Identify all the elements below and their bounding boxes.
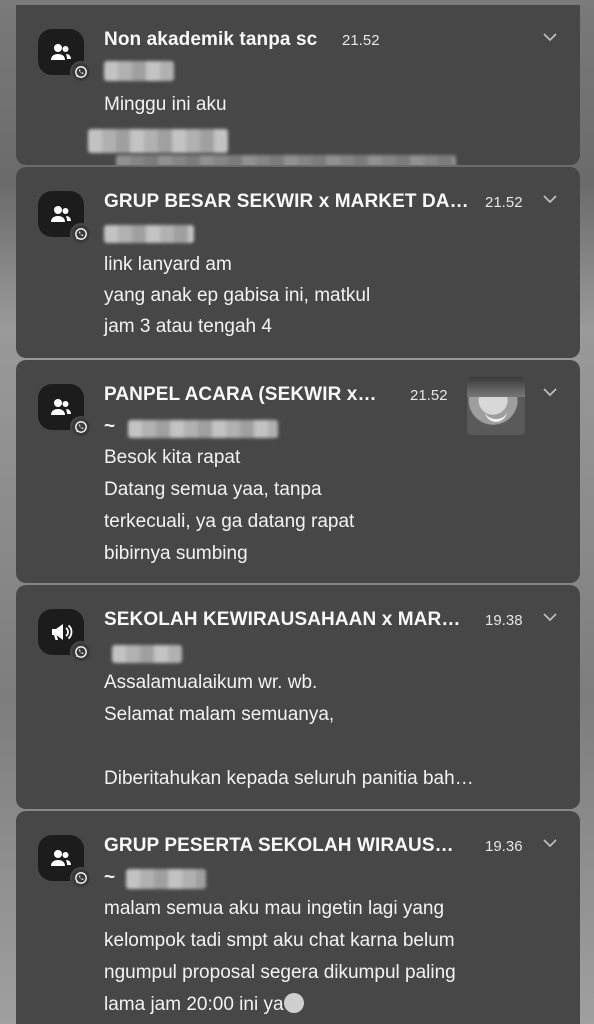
message-line: Selamat malam semuanya, — [104, 704, 335, 725]
whatsapp-icon — [70, 223, 92, 245]
message-line: terkecuali, ya ga datang rapat — [104, 511, 355, 532]
notification-card[interactable]: PANPEL ACARA (SEKWIR x… 21.52 ~ Besok ki… — [16, 360, 580, 583]
notification-time: 21.52 — [342, 32, 380, 49]
chevron-down-icon[interactable] — [542, 193, 558, 205]
chevron-down-icon[interactable] — [542, 386, 558, 398]
notification-title: PANPEL ACARA (SEKWIR x… — [104, 384, 377, 405]
message-line: ngumpul proposal segera dikumpul paling — [104, 962, 456, 983]
notification-title: GRUP PESERTA SEKOLAH WIRAUS… — [104, 835, 454, 856]
notification-time: 21.52 — [485, 194, 523, 211]
redacted-text — [88, 129, 228, 153]
message-line: Besok kita rapat — [104, 447, 241, 468]
message-line: malam semua aku mau ingetin lagi yang — [104, 898, 445, 919]
group-icon — [38, 835, 92, 889]
message-line: link lanyard am — [104, 254, 232, 275]
whatsapp-icon — [70, 61, 92, 83]
whatsapp-icon — [70, 867, 92, 889]
message-line: yang anak ep gabisa ini, matkul — [104, 285, 371, 306]
notification-card[interactable]: Non akademik tanpa sc 21.52 Minggu ini a… — [16, 5, 580, 165]
chevron-down-icon[interactable] — [542, 837, 558, 849]
redacted-sender — [104, 225, 194, 243]
message-line: Datang semua yaa, tanpa — [104, 479, 322, 500]
message-line: kelompok tadi smpt aku chat karna belum — [104, 930, 455, 951]
notification-time: 19.36 — [485, 838, 523, 855]
redacted-sender — [126, 869, 206, 889]
redacted-sender — [104, 61, 174, 81]
message-sender: ~ — [104, 416, 116, 437]
message-line: lama jam 20:00 ini ya — [104, 989, 304, 1020]
message-line: bibirnya sumbing — [104, 543, 248, 564]
notification-time: 19.38 — [485, 612, 523, 629]
group-icon — [38, 191, 92, 245]
notification-title: GRUP BESAR SEKWIR x MARKET DA… — [104, 191, 469, 212]
whatsapp-icon — [70, 641, 92, 663]
notification-card[interactable]: GRUP PESERTA SEKOLAH WIRAUS… 19.36 ~ mal… — [16, 811, 580, 1024]
redacted-sender — [112, 645, 182, 663]
message-sender: ~ — [104, 867, 116, 888]
notification-card[interactable]: SEKOLAH KEWIRAUSAHAAN x MAR… 19.38 Assal… — [16, 585, 580, 809]
smiling-face-emoji-icon — [283, 993, 304, 1013]
redacted-text — [116, 155, 456, 165]
group-icon — [38, 29, 92, 83]
message-line: jam 3 atau tengah 4 — [104, 316, 272, 337]
chevron-down-icon[interactable] — [542, 31, 558, 43]
notification-card[interactable]: GRUP BESAR SEKWIR x MARKET DA… 21.52 lin… — [16, 167, 580, 358]
group-icon — [38, 384, 92, 438]
message-line: Diberitahukan kepada seluruh panitia bah… — [104, 768, 474, 789]
notification-title: SEKOLAH KEWIRAUSAHAAN x MAR… — [104, 609, 461, 630]
redacted-sender — [128, 420, 278, 438]
notification-time: 21.52 — [410, 387, 448, 404]
notification-title: Non akademik tanpa sc — [104, 29, 318, 50]
chevron-down-icon[interactable] — [542, 611, 558, 623]
megaphone-icon — [38, 609, 92, 663]
whatsapp-icon — [70, 416, 92, 438]
sender-photo-thumbnail[interactable] — [467, 377, 525, 435]
message-line: Minggu ini aku — [104, 94, 227, 115]
message-line-text: lama jam 20:00 ini ya — [104, 994, 284, 1015]
message-line: Assalamualaikum wr. wb. — [104, 672, 318, 693]
